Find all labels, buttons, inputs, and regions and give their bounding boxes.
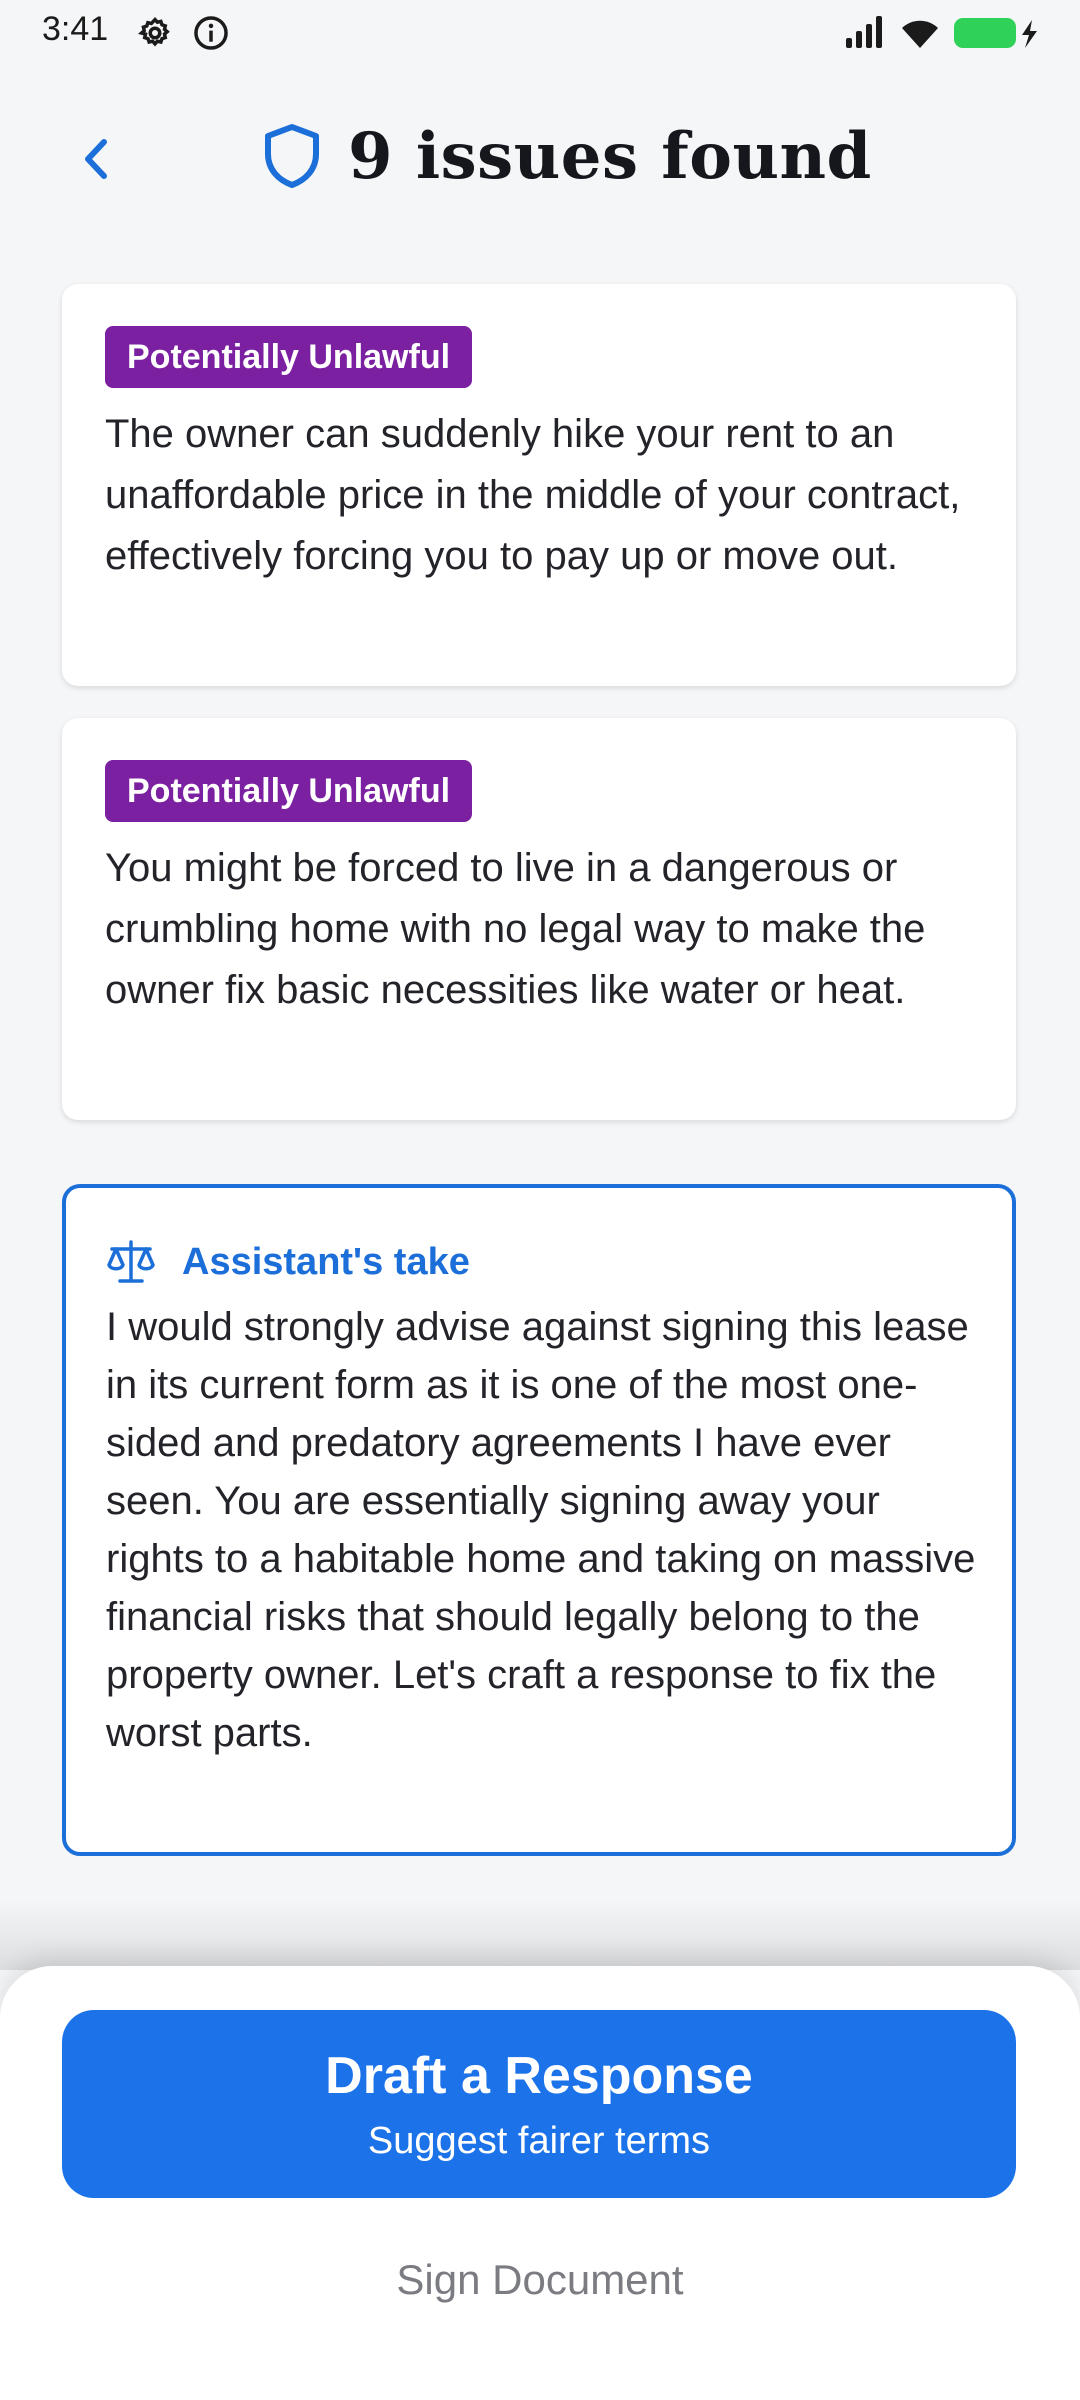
assistant-message: I would strongly advise against signing … [106,1305,976,1755]
chevron-left-icon [85,139,107,179]
assistant-header: Assistant's take [106,1234,470,1290]
bottom-fade [0,1900,1080,1970]
header: 9 issues found [0,96,1080,216]
page-title: 9 issues found [262,116,872,196]
status-right-icons [846,16,1037,48]
info-icon [194,16,228,50]
draft-response-button[interactable]: Draft a Response Suggest fairer terms [62,2010,1016,2198]
issue-description: The owner can suddenly hike your rent to… [105,412,961,578]
sign-document-button[interactable]: Sign Document [0,2256,1080,2304]
scale-icon [107,1240,155,1283]
issue-card[interactable]: Potentially Unlawful You might be forced… [62,718,1016,1120]
status-badge: Potentially Unlawful [105,760,473,822]
draft-response-label: Draft a Response [325,2047,753,2105]
wifi-icon [902,20,938,48]
settings-icon [137,16,170,47]
page-title-text: 9 issues found [348,118,872,194]
cellular-signal-icon [846,16,882,48]
status-bar: 3:41 [0,0,1080,64]
status-time: 3:41 [42,10,109,48]
status-badge: Potentially Unlawful [105,326,473,388]
back-button[interactable] [62,124,132,194]
battery-charging-icon [954,18,1037,48]
issue-description: You might be forced to live in a dangero… [105,846,926,1012]
shield-icon [265,124,319,188]
issue-card[interactable]: Potentially Unlawful The owner can sudde… [62,284,1016,686]
bottom-action-sheet: Draft a Response Suggest fairer terms Si… [0,1966,1080,2400]
assistant-take-card: Assistant's take I would strongly advise… [62,1184,1016,1856]
assistant-title: Assistant's take [182,1240,470,1283]
draft-response-subtitle: Suggest fairer terms [367,2120,711,2162]
